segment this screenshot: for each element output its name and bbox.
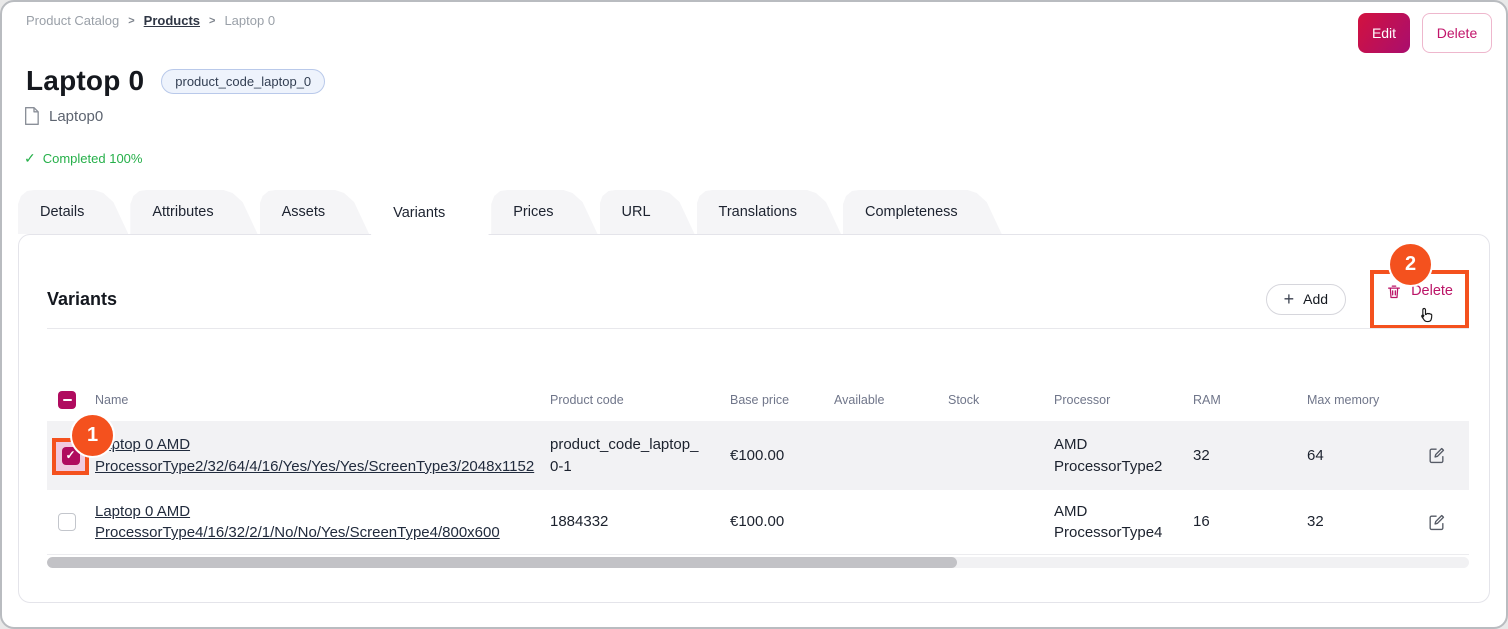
product-code-badge: product_code_laptop_0: [161, 69, 325, 94]
column-header-ram: RAM: [1193, 393, 1307, 407]
mouse-cursor-icon: [1416, 305, 1436, 327]
tab-prices[interactable]: Prices: [491, 190, 597, 234]
column-header-product-code: Product code: [550, 393, 730, 407]
tab-url[interactable]: URL: [600, 190, 695, 234]
horizontal-scrollbar-thumb[interactable]: [47, 557, 957, 568]
annotation-step1-highlight-box: 1 ✓: [52, 438, 89, 475]
annotation-step1-badge: 1: [72, 415, 113, 456]
title-row: Laptop 0 product_code_laptop_0: [26, 65, 325, 97]
column-header-available: Available: [834, 393, 948, 407]
edit-variant-icon[interactable]: [1427, 446, 1469, 465]
variant-name-link[interactable]: Laptop 0 AMD ProcessorType2/32/64/4/16/Y…: [95, 436, 534, 474]
column-header-stock: Stock: [948, 393, 1054, 407]
variant-ram: 16: [1193, 511, 1307, 532]
delete-variants-label: Delete: [1411, 283, 1453, 299]
variant-name-link[interactable]: Laptop 0 AMD ProcessorType4/16/32/2/1/No…: [95, 503, 500, 541]
variant-product-code: product_code_laptop_0-1: [550, 434, 730, 477]
add-variant-label: Add: [1303, 291, 1328, 307]
plus-icon: +: [1284, 290, 1295, 308]
breadcrumb: Product Catalog > Products > Laptop 0: [26, 13, 275, 28]
completeness-label: Completed 100%: [43, 151, 143, 166]
app-window: Product Catalog > Products > Laptop 0 Ed…: [0, 0, 1508, 629]
header-checkbox-cell: [47, 383, 95, 417]
variant-base-price: €100.00: [730, 445, 834, 466]
tab-attributes[interactable]: Attributes: [130, 190, 257, 234]
add-variant-button[interactable]: + Add: [1266, 284, 1346, 315]
variant-processor: AMD ProcessorType2: [1054, 434, 1193, 477]
column-header-base-price: Base price: [730, 393, 834, 407]
completeness-status: ✓ Completed 100%: [24, 150, 142, 167]
checkmark-icon: ✓: [24, 150, 36, 167]
edit-variant-icon[interactable]: [1427, 513, 1469, 532]
page-title: Laptop 0: [26, 65, 144, 97]
variants-panel: Variants + Add 2 Delete: [18, 234, 1490, 603]
table-header-row: Name Product code Base price Available S…: [47, 383, 1469, 417]
breadcrumb-products-link[interactable]: Products: [144, 13, 200, 28]
annotation-step2-highlight-box: 2 Delete: [1370, 270, 1469, 329]
breadcrumb-separator: >: [209, 15, 215, 27]
edit-button[interactable]: Edit: [1358, 13, 1410, 53]
tab-completeness[interactable]: Completeness: [843, 190, 1002, 234]
table-bottom-divider: [47, 554, 1469, 555]
column-header-name: Name: [95, 393, 550, 407]
row1-checkbox-cell: 1 ✓: [47, 421, 95, 490]
panel-divider: [47, 328, 1469, 329]
variants-title: Variants: [47, 289, 117, 310]
delete-variants-button[interactable]: Delete: [1386, 283, 1453, 300]
delete-product-button[interactable]: Delete: [1422, 13, 1492, 53]
breadcrumb-separator: >: [128, 15, 134, 27]
row2-checkbox[interactable]: [58, 513, 76, 531]
select-all-checkbox[interactable]: [58, 391, 76, 409]
page-actions: Edit Delete: [1358, 13, 1492, 53]
subtitle-row: Laptop0: [23, 106, 103, 126]
variant-max-memory: 32: [1307, 511, 1427, 532]
tab-variants[interactable]: Variants: [371, 190, 489, 236]
horizontal-scrollbar-track: [47, 557, 1469, 568]
variants-panel-header: Variants + Add 2 Delete: [47, 277, 1469, 321]
variant-base-price: €100.00: [730, 511, 834, 532]
variant-processor: AMD ProcessorType4: [1054, 501, 1193, 544]
tab-assets[interactable]: Assets: [260, 190, 370, 234]
column-header-max-memory: Max memory: [1307, 393, 1427, 407]
row2-checkbox-cell: [47, 490, 95, 554]
variants-actions: + Add 2 Delete: [1266, 270, 1469, 329]
trash-icon: [1386, 283, 1402, 300]
breadcrumb-product-catalog: Product Catalog: [26, 13, 119, 28]
column-header-processor: Processor: [1054, 393, 1193, 407]
tab-bar: Details Attributes Assets Variants Price…: [18, 190, 1004, 236]
variants-table: Name Product code Base price Available S…: [47, 383, 1469, 568]
tab-details[interactable]: Details: [18, 190, 128, 234]
annotation-step2-badge: 2: [1390, 244, 1431, 285]
table-row: Laptop 0 AMD ProcessorType4/16/32/2/1/No…: [47, 490, 1469, 554]
variant-max-memory: 64: [1307, 445, 1427, 466]
document-icon: [23, 106, 40, 126]
variant-ram: 32: [1193, 445, 1307, 466]
table-row: 1 ✓ Laptop 0 AMD ProcessorType2/32/64/4/…: [47, 421, 1469, 490]
breadcrumb-current-page: Laptop 0: [224, 13, 275, 28]
product-subtitle: Laptop0: [49, 108, 103, 125]
variant-product-code: 1884332: [550, 511, 730, 532]
tab-translations[interactable]: Translations: [697, 190, 841, 234]
